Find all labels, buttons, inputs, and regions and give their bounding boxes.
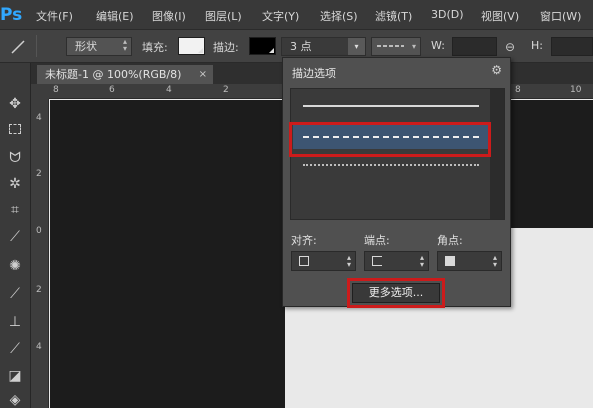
tools-panel: ✥ ᗢ ✲ ⌗ ⟋ ✺ ⟋ ⊥ ⟋ ◪ ◈ [0,63,31,408]
ruler-tick-label: 8 [515,85,521,95]
menu-file[interactable]: 文件(F) [36,8,73,24]
close-icon[interactable]: × [199,65,207,84]
ruler-tick-label: 4 [36,113,42,123]
spinner-arrows-icon: ▴ ▾ [346,253,351,269]
align-label: 对齐: [291,234,317,247]
ruler-tick-label: 0 [36,226,42,236]
height-label: H: [531,39,543,52]
line-tool-icon[interactable] [10,40,26,54]
width-input[interactable] [452,37,497,56]
stroke-width-value: 3 点 [290,40,312,53]
width-label: W: [431,39,445,52]
ruler-corner [31,84,49,99]
menu-3d[interactable]: 3D(D) [431,8,464,21]
gear-icon[interactable]: ⚙ [491,63,502,77]
spinner-arrows-icon: ▴ ▾ [122,37,127,53]
mode-select[interactable]: 形状 ▴ ▾ [66,37,132,56]
stroke-style-solid[interactable] [293,93,489,118]
eyedropper-tool-icon[interactable]: ⟋ [3,226,27,248]
corner-miter-icon [445,256,455,266]
ruler-tick-label: 4 [166,85,172,95]
stamp-tool-icon[interactable]: ⊥ [3,311,27,333]
align-inside-icon [299,256,309,266]
document-tab[interactable]: 未标题-1 @ 100%(RGB/8) × [37,65,213,84]
tool-preset-arrow[interactable] [48,37,68,56]
fill-label: 填充: [142,41,168,54]
menu-layer[interactable]: 图层(L) [205,8,242,24]
menu-window[interactable]: 窗口(W) [540,8,581,24]
ruler-tick-label: 2 [36,169,42,179]
brush-tool-icon[interactable]: ⟋ [3,283,27,305]
stroke-label: 描边: [213,41,239,54]
eraser-tool-icon[interactable]: ◪ [3,365,27,387]
chevron-down-icon[interactable]: ▾ [348,38,365,55]
height-input[interactable] [551,37,593,56]
dashed-line-icon [377,45,404,47]
cap-butt-icon [372,256,382,266]
more-options-button[interactable]: 更多选项... [352,283,440,303]
stroke-type-select[interactable]: ▾ [371,37,421,56]
fill-swatch[interactable] [178,37,205,55]
history-brush-tool-icon[interactable]: ⟋ [3,338,27,360]
stroke-swatch[interactable] [249,37,276,55]
stroke-width-input[interactable]: 3 点 ▾ [281,37,366,56]
move-tool-icon[interactable]: ✥ [3,93,27,115]
spinner-arrows-icon: ▴ ▾ [419,253,424,269]
corners-select[interactable]: ▴ ▾ [437,251,502,271]
caps-select[interactable]: ▴ ▾ [364,251,429,271]
lasso-tool-icon[interactable]: ᗢ [3,147,27,169]
healing-tool-icon[interactable]: ✺ [3,255,27,277]
menu-filter[interactable]: 滤镜(T) [375,8,412,24]
menu-type[interactable]: 文字(Y) [262,8,299,24]
document-tab-title: 未标题-1 @ 100%(RGB/8) [45,68,182,81]
menu-view[interactable]: 视图(V) [481,8,519,24]
ruler-vertical: 4 2 0 2 4 [31,99,49,408]
align-select[interactable]: ▴ ▾ [291,251,356,271]
stroke-options-panel: 描边选项 ⚙ 对齐: 端点: 角点: ▴ ▾ ▴ ▾ ▴ ▾ 更多选项... [282,57,511,308]
ruler-tick-label: 2 [223,85,229,95]
menu-edit[interactable]: 编辑(E) [96,8,134,24]
menu-image[interactable]: 图像(I) [152,8,186,24]
ruler-tick-label: 6 [109,85,115,95]
link-icon[interactable]: ⊖ [505,40,515,54]
ruler-tick-label: 2 [36,285,42,295]
panel-title: 描边选项 [292,67,336,80]
ruler-tick-label: 8 [53,85,59,95]
ruler-tick-label: 10 [570,85,582,95]
selection-highlight-box [289,122,491,157]
crop-tool-icon[interactable]: ⌗ [3,199,27,221]
mode-value: 形状 [75,40,97,53]
menu-select[interactable]: 选择(S) [320,8,358,24]
chevron-down-icon: ▾ [411,42,416,51]
fill-tool-icon[interactable]: ◈ [3,389,27,408]
list-scrollbar[interactable] [490,89,504,219]
spinner-arrows-icon: ▴ ▾ [492,253,497,269]
marquee-tool-icon[interactable] [3,119,27,141]
photoshop-logo: Ps [0,5,23,25]
corners-label: 角点: [437,234,463,247]
caps-label: 端点: [364,234,390,247]
magic-wand-tool-icon[interactable]: ✲ [3,173,27,195]
menu-bar: Ps 文件(F) 编辑(E) 图像(I) 图层(L) 文字(Y) 选择(S) 滤… [0,0,593,30]
separator [36,35,37,57]
ruler-tick-label: 4 [36,342,42,352]
